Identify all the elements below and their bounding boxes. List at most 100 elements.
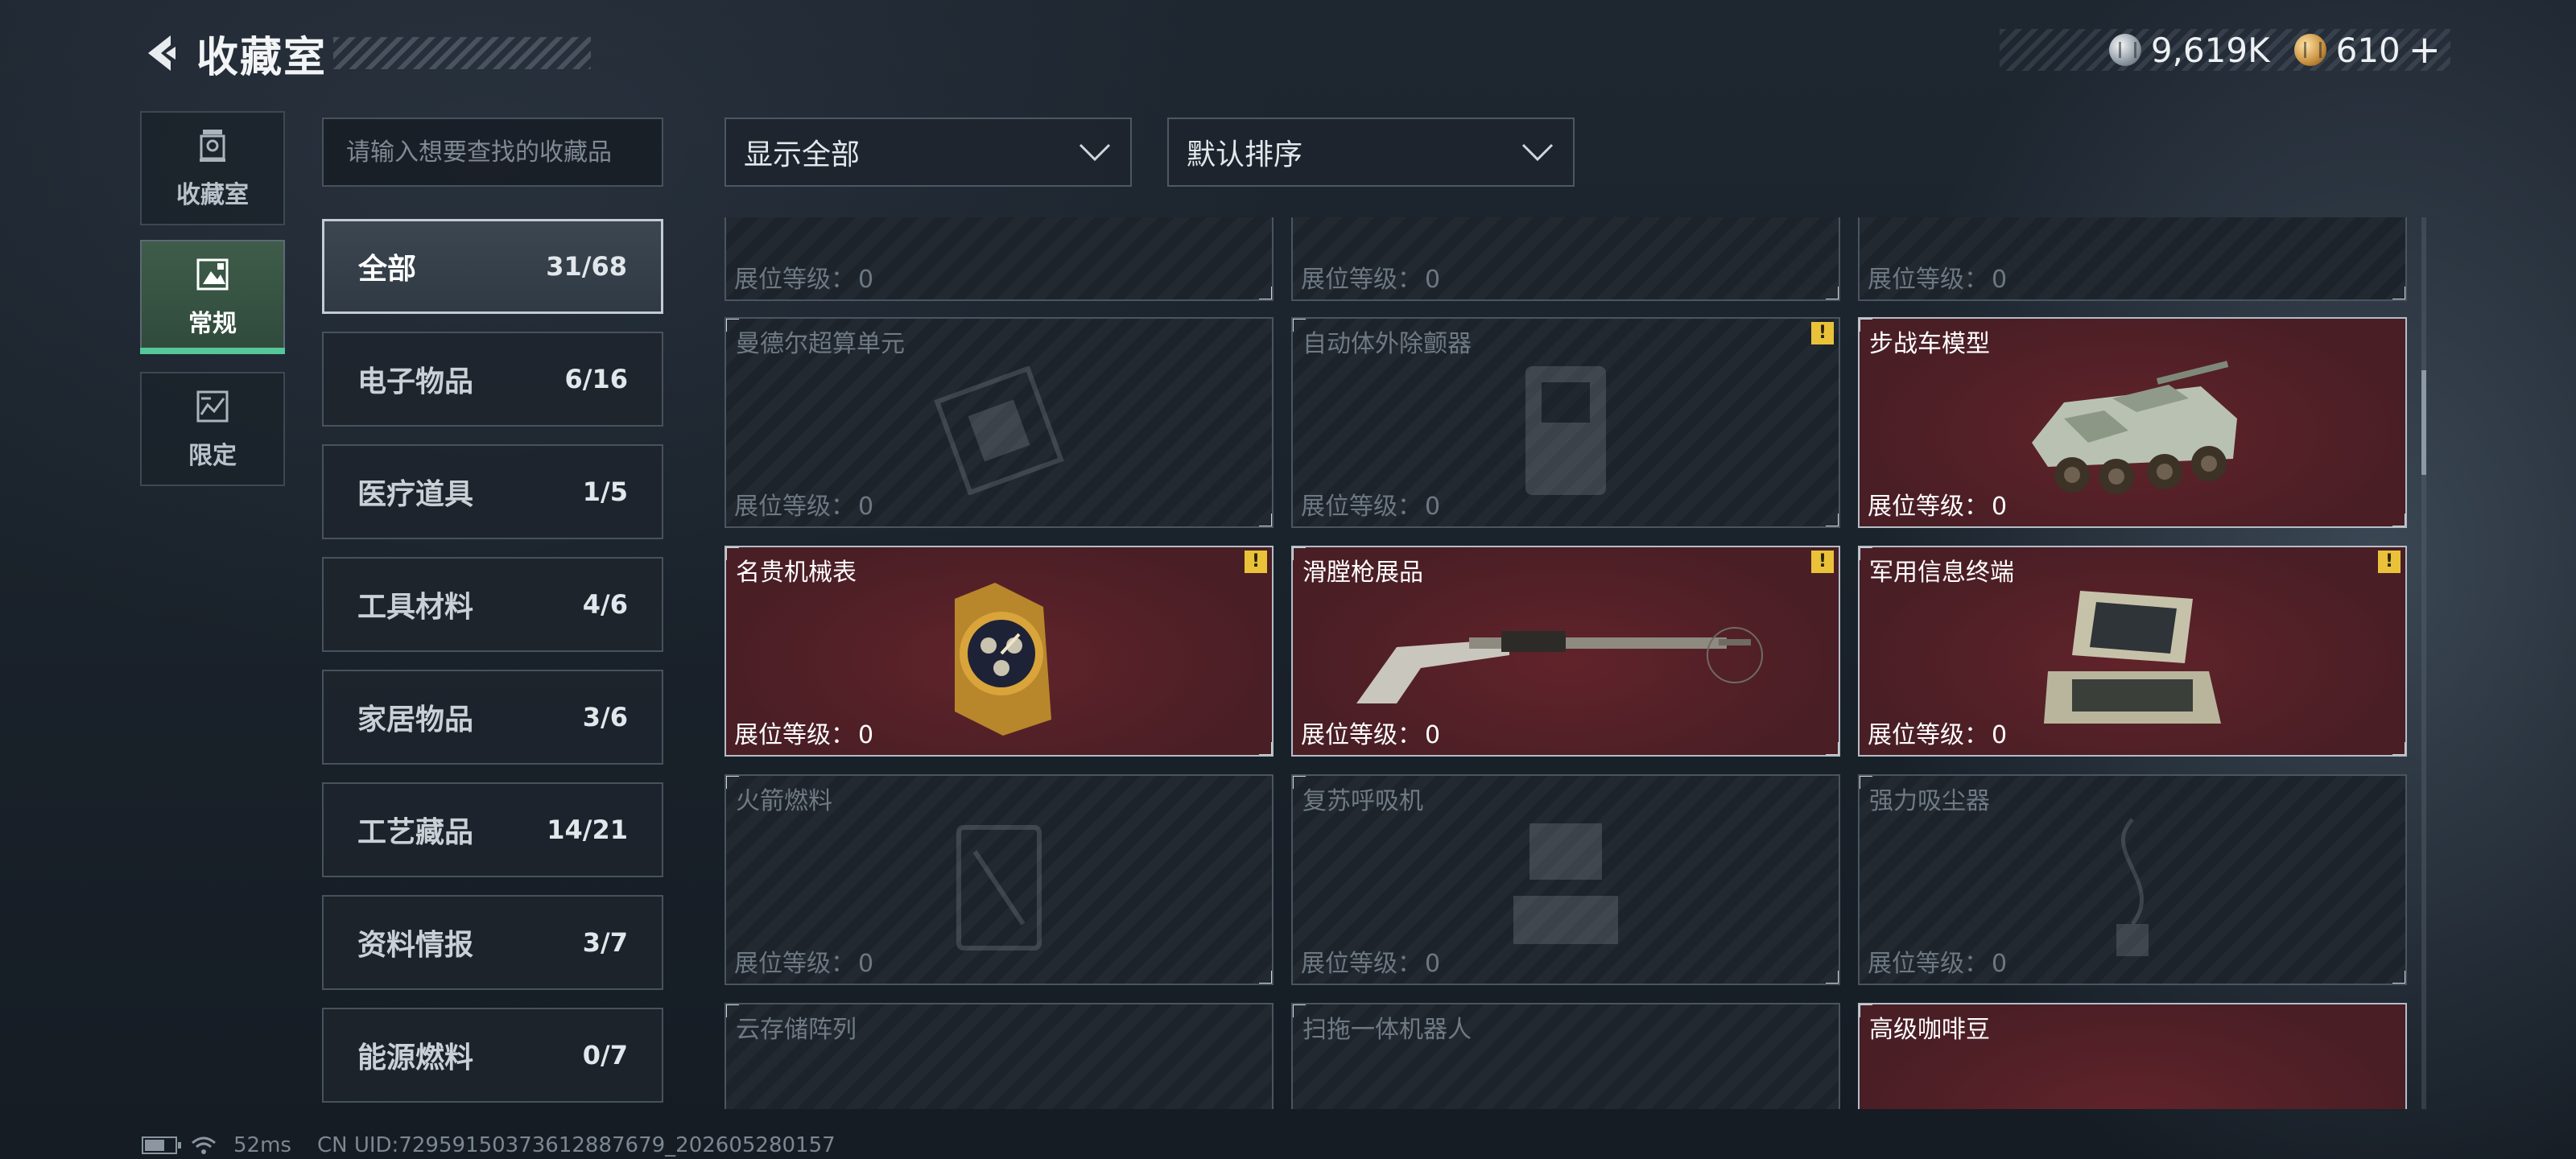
musket-icon bbox=[1356, 627, 1763, 704]
rail-item-collection-room[interactable]: 收藏室 bbox=[140, 111, 285, 225]
page-title: 收藏室 bbox=[196, 33, 328, 82]
alert-badge-icon: ! bbox=[2378, 551, 2401, 573]
category-label: 能源燃料 bbox=[357, 1041, 474, 1074]
category-count: 1/5 bbox=[582, 476, 628, 507]
category-count: 31/68 bbox=[546, 251, 627, 282]
collection-tile-defibrillator[interactable]: 自动体外除颤器 ! 展位等级： 0 bbox=[1291, 317, 1840, 528]
category-electronics[interactable]: 电子物品 6/16 bbox=[322, 332, 663, 427]
category-count: 3/7 bbox=[582, 927, 628, 958]
booth-level: 展位等级： 0 bbox=[1868, 493, 2008, 521]
category-label: 资料情报 bbox=[357, 929, 474, 962]
item-name: 火箭燃料 bbox=[736, 787, 832, 815]
defibrillator-icon bbox=[1525, 366, 1606, 496]
alert-badge-icon: ! bbox=[1811, 551, 1834, 573]
collection-tile-mechanical-watch[interactable]: 名贵机械表 ! 展位等级： 0 bbox=[724, 546, 1274, 757]
alert-badge-icon: ! bbox=[1245, 551, 1267, 573]
rail-label: 常规 bbox=[188, 310, 237, 338]
back-arrow-icon[interactable] bbox=[137, 29, 185, 77]
item-name: 复苏呼吸机 bbox=[1302, 787, 1423, 815]
collection-tile-ventilator[interactable]: 复苏呼吸机 展位等级： 0 bbox=[1291, 774, 1840, 985]
silver-currency[interactable]: 9,619K bbox=[2108, 30, 2270, 70]
battery-icon bbox=[142, 1136, 181, 1154]
ventilator-icon bbox=[1513, 823, 1618, 945]
booth-level: 展位等级： 0 bbox=[734, 493, 874, 521]
item-name: 名贵机械表 bbox=[736, 559, 857, 587]
sort-value: 默认排序 bbox=[1187, 138, 1303, 171]
gold-currency[interactable]: 610 + bbox=[2293, 27, 2441, 72]
booth-level: 展位等级： 0 bbox=[734, 721, 874, 749]
uid-text: CN UID:7295915037361288767​9_20260528015… bbox=[316, 1133, 836, 1157]
category-label: 全部 bbox=[358, 253, 417, 286]
item-name: 步战车模型 bbox=[1869, 330, 1990, 358]
collection-grid: 展位等级： 0 展位等级： 0 展位等级： 0 曼德尔超算单元 展位等级： 0 自动体外… bbox=[724, 217, 2415, 1109]
category-crafts[interactable]: 工艺藏品 14/21 bbox=[322, 782, 663, 877]
booth-level: 展位等级： 0 bbox=[1301, 266, 1441, 294]
category-household[interactable]: 家居物品 3/6 bbox=[322, 670, 663, 765]
category-label: 工艺藏品 bbox=[357, 816, 474, 849]
booth-level: 展位等级： 0 bbox=[734, 950, 874, 978]
add-currency-icon[interactable]: + bbox=[2409, 27, 2441, 72]
collection-tile-military-terminal[interactable]: 军用信息终端 ! 展位等级： 0 bbox=[1858, 546, 2407, 757]
collection-tile-rocket-fuel[interactable]: 火箭燃料 展位等级： 0 bbox=[724, 774, 1274, 985]
item-name: 云存储阵列 bbox=[736, 1016, 857, 1044]
title-decoration bbox=[333, 37, 592, 69]
regular-icon bbox=[196, 258, 229, 291]
header: 收藏室 bbox=[137, 24, 592, 82]
search-input[interactable] bbox=[346, 138, 639, 167]
category-medical[interactable]: 医疗道具 1/5 bbox=[322, 444, 663, 539]
category-label: 家居物品 bbox=[357, 703, 474, 736]
category-tools[interactable]: 工具材料 4/6 bbox=[322, 557, 663, 652]
category-count: 0/7 bbox=[582, 1040, 628, 1070]
wifi-icon bbox=[192, 1136, 216, 1154]
category-count: 14/21 bbox=[547, 815, 628, 845]
collection-room-icon bbox=[200, 130, 225, 162]
collection-tile-vacuum-cleaner[interactable]: 强力吸尘器 展位等级： 0 bbox=[1858, 774, 2407, 985]
booth-level: 展位等级： 0 bbox=[1868, 266, 2008, 294]
sort-dropdown[interactable]: 默认排序 bbox=[1167, 118, 1575, 187]
silver-coin-icon bbox=[2108, 34, 2141, 66]
category-count: 6/16 bbox=[564, 364, 628, 394]
item-name: 滑膛枪展品 bbox=[1302, 559, 1423, 587]
silver-amount: 9,619K bbox=[2150, 30, 2270, 70]
collection-tile[interactable]: 展位等级： 0 bbox=[1858, 217, 2407, 301]
display-filter-value: 显示全部 bbox=[744, 138, 861, 171]
collection-tile-musket[interactable]: 滑膛枪展品 ! 展位等级： 0 bbox=[1291, 546, 1840, 757]
vacuum-cleaner-icon bbox=[2116, 818, 2149, 957]
display-filter-dropdown[interactable]: 显示全部 bbox=[724, 118, 1132, 187]
category-label: 工具材料 bbox=[357, 591, 474, 624]
collection-tile-mandel-supercomputer[interactable]: 曼德尔超算单元 展位等级： 0 bbox=[724, 317, 1274, 528]
military-terminal-icon bbox=[2044, 591, 2221, 724]
booth-level: 展位等级： 0 bbox=[1868, 950, 2008, 978]
rail-item-limited[interactable]: 限定 bbox=[140, 372, 285, 486]
item-name: 高级咖啡豆 bbox=[1869, 1016, 1990, 1044]
collection-tile[interactable]: 展位等级： 0 bbox=[1291, 217, 1840, 301]
booth-level: 展位等级： 0 bbox=[734, 266, 874, 294]
category-count: 3/6 bbox=[582, 702, 628, 732]
collection-tile-cloud-storage[interactable]: 云存储阵列 bbox=[724, 1003, 1274, 1109]
gold-amount: 610 bbox=[2335, 30, 2401, 70]
mechanical-watch-icon bbox=[955, 583, 1051, 736]
category-energy[interactable]: 能源燃料 0/7 bbox=[322, 1008, 663, 1103]
category-intel[interactable]: 资料情报 3/7 bbox=[322, 895, 663, 990]
collection-tile[interactable]: 展位等级： 0 bbox=[724, 217, 1274, 301]
category-count: 4/6 bbox=[582, 589, 628, 620]
rocket-fuel-icon bbox=[956, 825, 1042, 951]
rail-label: 收藏室 bbox=[176, 181, 249, 209]
status-footer: 52ms CN UID:7295915037361288767​9_202605… bbox=[142, 1132, 861, 1159]
booth-level: 展位等级： 0 bbox=[1301, 721, 1441, 749]
supercomputer-unit-icon bbox=[934, 366, 1064, 496]
category-label: 电子物品 bbox=[357, 365, 474, 398]
item-name: 自动体外除颤器 bbox=[1302, 330, 1472, 358]
collection-tile-ifv-model[interactable]: 步战车模型 展位等级： 0 bbox=[1858, 317, 2407, 528]
item-name: 曼德尔超算单元 bbox=[736, 330, 905, 358]
search-box[interactable] bbox=[322, 118, 663, 187]
scroll-thumb[interactable] bbox=[2421, 370, 2426, 475]
rail-item-regular[interactable]: 常规 bbox=[140, 240, 285, 354]
collection-tile-coffee-beans[interactable]: 高级咖啡豆 bbox=[1858, 1003, 2407, 1109]
category-all[interactable]: 全部 31/68 bbox=[322, 219, 663, 314]
category-label: 医疗道具 bbox=[357, 478, 474, 511]
collection-tile-robot-vacuum[interactable]: 扫拖一体机器人 bbox=[1291, 1003, 1840, 1109]
item-name: 扫拖一体机器人 bbox=[1302, 1016, 1472, 1044]
grid-scrollbar[interactable] bbox=[2421, 217, 2426, 1109]
item-name: 军用信息终端 bbox=[1869, 559, 2014, 587]
